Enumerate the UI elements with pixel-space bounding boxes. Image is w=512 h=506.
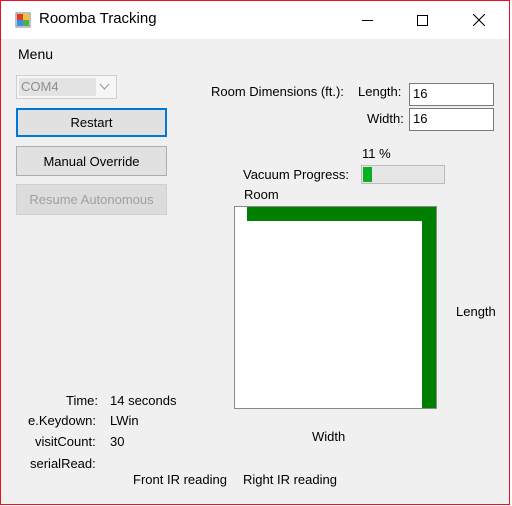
com-port-select[interactable]: COM4: [16, 75, 117, 99]
vacuum-progress-bar: [361, 165, 445, 184]
window-title: Roomba Tracking: [39, 10, 157, 27]
progress-percent: 11 %: [362, 146, 391, 161]
close-button[interactable]: [456, 1, 502, 39]
app-icon: [15, 12, 31, 28]
room-map: [234, 206, 437, 409]
visit-count-value: 30: [110, 434, 125, 449]
serial-read-label: serialRead:: [30, 456, 96, 471]
length-label: Length:: [358, 84, 402, 99]
menu-item-menu[interactable]: Menu: [18, 46, 53, 62]
title-bar: Roomba Tracking: [1, 1, 509, 39]
minimize-button[interactable]: [344, 1, 390, 39]
chevron-down-icon: [99, 83, 110, 90]
room-dimensions-label: Room Dimensions (ft.):: [211, 84, 344, 99]
com-port-value: COM4: [19, 78, 96, 96]
width-input[interactable]: 16: [409, 108, 494, 131]
time-value: 14 seconds: [110, 393, 177, 408]
width-label: Width:: [367, 111, 404, 126]
app-window: Roomba Tracking Menu COM4 Restart Manual…: [0, 0, 510, 505]
length-input[interactable]: 16: [409, 83, 494, 106]
resume-autonomous-button[interactable]: Resume Autonomous: [16, 184, 167, 215]
close-icon: [473, 14, 485, 26]
menu-bar: Menu: [1, 39, 509, 67]
maximize-button[interactable]: [399, 1, 445, 39]
right-ir-label: Right IR reading: [243, 472, 337, 487]
visit-count-label: visitCount:: [35, 434, 96, 449]
keydown-label: e.Keydown:: [28, 413, 96, 428]
manual-override-button[interactable]: Manual Override: [16, 146, 167, 176]
vacuum-progress-label: Vacuum Progress:: [243, 167, 349, 182]
maximize-icon: [416, 14, 428, 26]
minimize-icon: [361, 19, 373, 21]
restart-button[interactable]: Restart: [16, 108, 167, 137]
room-label: Room: [244, 187, 279, 202]
visited-path-right: [422, 207, 436, 408]
visited-path-top: [247, 207, 436, 221]
room-length-label: Length: [456, 304, 496, 319]
keydown-value: LWin: [110, 413, 139, 428]
room-width-label: Width: [312, 429, 346, 444]
progress-fill: [363, 167, 372, 182]
time-label: Time:: [66, 393, 99, 408]
front-ir-label: Front IR reading: [133, 472, 227, 487]
